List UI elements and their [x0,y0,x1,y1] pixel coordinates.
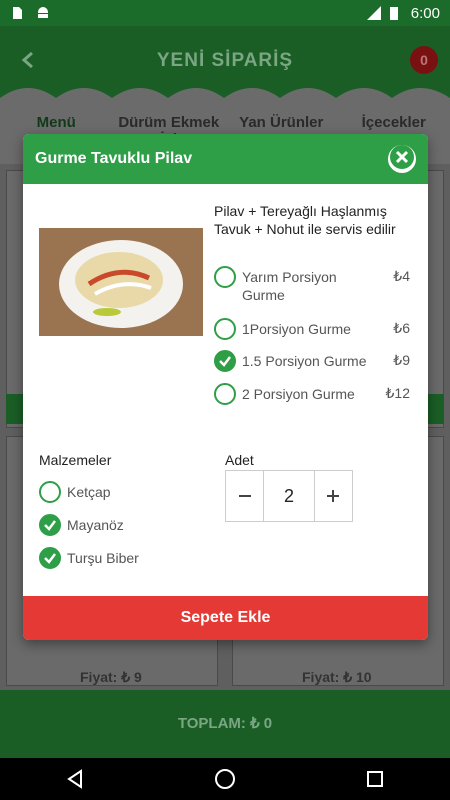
dialog-header: Gurme Tavuklu Pilav [23,134,428,184]
quantity-value[interactable]: 2 [263,471,315,521]
checkbox-checked-icon[interactable] [39,514,61,536]
system-nav-bar [0,758,450,800]
increment-button[interactable] [314,471,352,521]
checkbox-unchecked-icon[interactable] [39,481,61,503]
ingredients-label: Malzemeler [39,452,112,468]
ingredient-label: Turşu Biber [67,550,139,566]
dialog-title: Gurme Tavuklu Pilav [35,150,193,167]
option-label: 2 Porsiyon Gurme [242,386,355,402]
battery-icon [389,6,403,20]
close-icon [390,144,414,174]
total-bar: TOPLAM: ₺ 0 [0,690,450,758]
ingredient-label: Mayanöz [67,517,124,533]
option-label: 1Porsiyon Gurme [242,321,351,337]
option-price: ₺6 [393,320,410,336]
radio-unchecked-icon[interactable] [214,266,236,288]
option-label: Yarım Porsiyon Gurme [242,269,337,303]
card-price: Fiyat: ₺ 9 [80,669,142,685]
ingredient-mayonez[interactable]: Mayanöz [39,514,124,536]
product-dialog: Gurme Tavuklu Pilav Pilav + Tereyağlı Ha… [23,134,428,640]
card-footer [426,394,444,424]
add-to-cart-button[interactable]: Sepete Ekle [23,596,428,640]
portion-option[interactable]: Yarım Porsiyon Gurme ₺4 [214,266,414,304]
radio-checked-icon[interactable] [214,350,236,372]
option-price: ₺9 [393,352,410,368]
lte-signal-icon [366,6,381,20]
checkbox-checked-icon[interactable] [39,547,61,569]
radio-unchecked-icon[interactable] [214,383,236,405]
sd-card-icon [10,6,24,20]
quantity-label: Adet [225,452,254,468]
ingredient-tursu-biber[interactable]: Turşu Biber [39,547,139,569]
cart-count-badge[interactable]: 0 [410,46,438,74]
card-price: Fiyat: ₺ 10 [302,669,372,685]
status-bar: 6:00 [0,0,450,26]
quantity-stepper: 2 [225,470,353,522]
food-image [39,228,203,336]
radio-unchecked-icon[interactable] [214,318,236,340]
card-footer [6,394,24,424]
portion-option[interactable]: 2 Porsiyon Gurme ₺12 [214,383,414,405]
ingredient-label: Ketçap [67,484,111,500]
close-button[interactable] [388,144,416,174]
ingredient-ketcap[interactable]: Ketçap [39,481,111,503]
home-nav-icon[interactable] [213,767,237,791]
decrement-button[interactable] [226,471,264,521]
option-price: ₺4 [393,268,410,284]
back-nav-icon[interactable] [63,767,87,791]
option-price: ₺12 [385,385,410,401]
option-label: 1.5 Porsiyon Gurme [242,353,367,369]
status-time: 6:00 [410,4,440,22]
product-description: Pilav + Tereyağlı Haşlanmış Tavuk + Nohu… [214,203,396,237]
recents-nav-icon[interactable] [363,767,387,791]
android-icon [36,6,50,20]
portion-option-selected[interactable]: 1.5 Porsiyon Gurme ₺9 [214,350,414,372]
total-label: TOPLAM: ₺ 0 [177,715,273,732]
portion-option[interactable]: 1Porsiyon Gurme ₺6 [214,318,414,340]
page-title: YENİ SİPARİŞ [156,50,294,71]
